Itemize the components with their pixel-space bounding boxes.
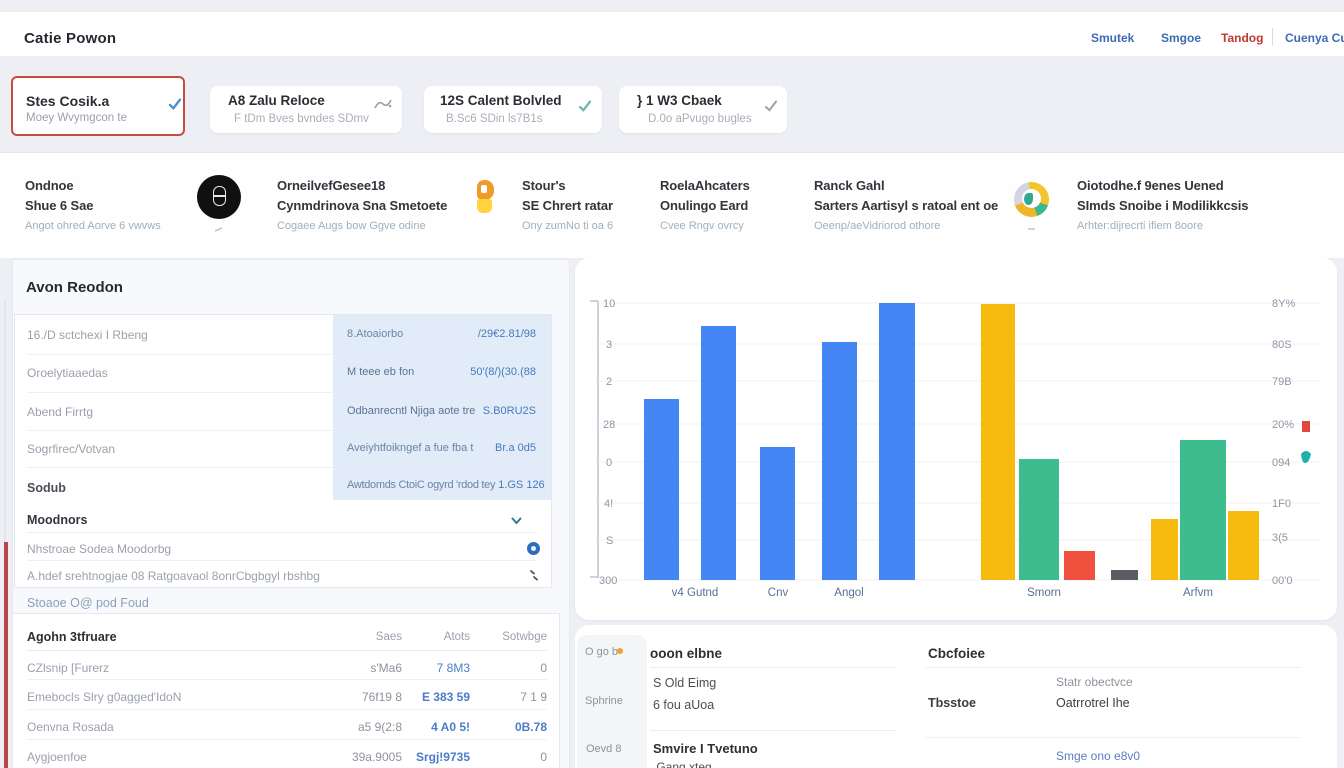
svg-text:2: 2 [606, 376, 612, 388]
svg-text:Arfvm: Arfvm [1183, 587, 1213, 599]
svg-text:S: S [606, 535, 613, 547]
svg-text:79B: 79B [1272, 376, 1292, 388]
svg-text:80S: 80S [1272, 339, 1292, 351]
svg-text:3(5: 3(5 [1272, 532, 1288, 544]
svg-text:4!: 4! [604, 498, 613, 510]
svg-text:1F0: 1F0 [1272, 498, 1291, 510]
svg-text:Smorn: Smorn [1027, 587, 1061, 599]
svg-text:00'0: 00'0 [1272, 575, 1292, 587]
svg-text:Angol: Angol [834, 587, 863, 599]
svg-text:20%: 20% [1272, 419, 1294, 431]
svg-text:094: 094 [1272, 457, 1290, 469]
svg-text:Cnv: Cnv [768, 587, 789, 599]
svg-text:0: 0 [606, 457, 612, 469]
svg-text:3: 3 [606, 339, 612, 351]
svg-text:300: 300 [599, 575, 617, 587]
svg-text:v4 Gutnd: v4 Gutnd [672, 587, 719, 599]
svg-text:28: 28 [603, 419, 615, 431]
svg-text:8Y%: 8Y% [1272, 298, 1295, 310]
svg-text:10: 10 [603, 298, 615, 310]
